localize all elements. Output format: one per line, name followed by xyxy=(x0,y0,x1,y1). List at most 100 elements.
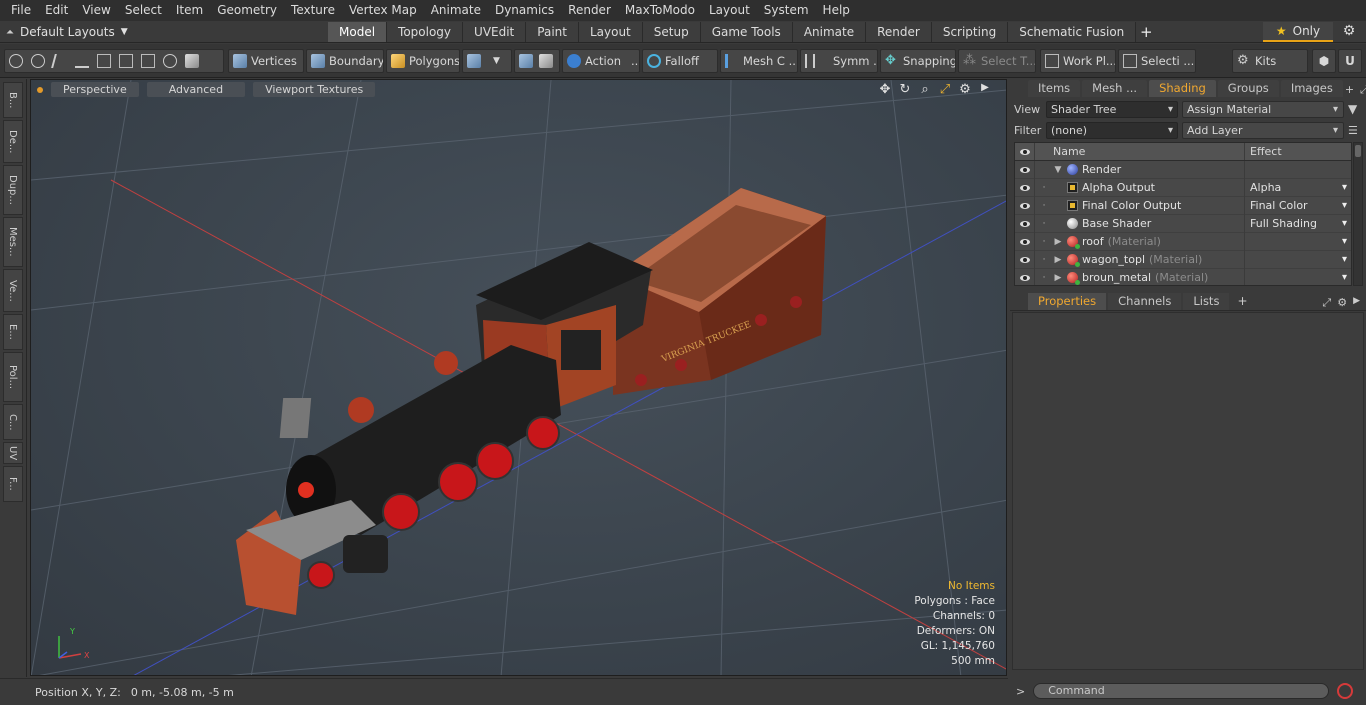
visibility-toggle[interactable] xyxy=(1015,178,1035,197)
effect-column-header[interactable]: Effect xyxy=(1245,143,1351,160)
filter-funnel-icon[interactable]: ▼ xyxy=(1348,102,1357,116)
shield-icon[interactable] xyxy=(519,54,533,68)
shader-tree-row[interactable]: · ▶ broun_metal (Material) xyxy=(1015,268,1351,286)
menu-dynamics[interactable]: Dynamics xyxy=(488,0,561,21)
vertices-button[interactable]: Vertices xyxy=(228,49,304,73)
menu-system[interactable]: System xyxy=(757,0,816,21)
shader-tree-row[interactable]: · ▶ wagon_topl (Material) xyxy=(1015,250,1351,269)
left-strip-tab-7[interactable]: C... xyxy=(3,404,23,440)
left-strip-tab-4[interactable]: Ve... xyxy=(3,269,23,312)
menu-geometry[interactable]: Geometry xyxy=(210,0,284,21)
crosshair-icon[interactable] xyxy=(119,54,133,68)
perspective-button[interactable]: Perspective xyxy=(51,82,139,97)
brush-icon[interactable] xyxy=(75,54,89,68)
mesh-constraints-button[interactable]: Mesh C ... xyxy=(720,49,798,73)
list-options-icon[interactable]: ☰ xyxy=(1348,124,1358,137)
expand-toggle-icon[interactable]: ▼ xyxy=(1053,165,1063,175)
tab-mesh[interactable]: Mesh ... xyxy=(1082,80,1148,97)
tab-render[interactable]: Render xyxy=(866,22,932,42)
command-input[interactable]: Command xyxy=(1033,683,1330,699)
assign-material-button[interactable]: Assign Material xyxy=(1182,100,1344,118)
tab-properties[interactable]: Properties xyxy=(1028,293,1107,310)
row-effect-cell[interactable] xyxy=(1245,233,1351,251)
viewport-textures-button[interactable]: Viewport Textures xyxy=(253,82,376,97)
menu-layout[interactable]: Layout xyxy=(702,0,757,21)
boundary-button[interactable]: Boundary xyxy=(306,49,384,73)
add-layer-button[interactable]: Add Layer xyxy=(1182,121,1344,139)
tab-schematic-fusion[interactable]: Schematic Fusion xyxy=(1008,22,1137,42)
pie-icon[interactable] xyxy=(163,54,177,68)
visibility-toggle[interactable] xyxy=(1015,214,1035,233)
visibility-column-header[interactable] xyxy=(1015,143,1035,160)
center-icon[interactable] xyxy=(141,54,155,68)
menu-maxtomodo[interactable]: MaxToModo xyxy=(618,0,702,21)
menu-edit[interactable]: Edit xyxy=(38,0,75,21)
left-strip-tab-2[interactable]: Dup... xyxy=(3,165,23,215)
left-strip-tab-0[interactable]: B... xyxy=(3,82,23,118)
shader-tree-row[interactable]: · Base Shader Full Shading xyxy=(1015,214,1351,233)
left-strip-tab-9[interactable]: F... xyxy=(3,466,23,502)
left-strip-tab-1[interactable]: De... xyxy=(3,120,23,163)
material-mode-button[interactable]: ▼ xyxy=(462,49,512,73)
viewport-gear-icon[interactable]: ⚙ xyxy=(958,82,972,97)
tab-paint[interactable]: Paint xyxy=(526,22,579,42)
globe-icon[interactable] xyxy=(31,54,45,68)
tab-lists[interactable]: Lists xyxy=(1183,293,1230,310)
rotate-icon[interactable]: ↻ xyxy=(898,82,912,97)
arrow-right-icon[interactable]: ▶ xyxy=(1353,296,1360,310)
panel-gear-icon[interactable]: ⚙ xyxy=(1337,296,1347,310)
selection-sets-button[interactable]: Selecti ... xyxy=(1118,49,1196,73)
shader-tree-row[interactable]: · ▶ roof (Material) xyxy=(1015,232,1351,251)
expand-icon[interactable]: ⤢ xyxy=(1360,83,1366,97)
tab-shading[interactable]: Shading xyxy=(1149,80,1216,97)
tab-layout[interactable]: Layout xyxy=(578,22,643,42)
shader-tree-row[interactable]: ▼ Render xyxy=(1015,160,1351,179)
chevron-right-icon[interactable]: > xyxy=(1016,685,1025,698)
menu-help[interactable]: Help xyxy=(816,0,857,21)
action-center-button[interactable]: Action ... xyxy=(562,49,640,73)
symmetry-button[interactable]: Symm ... xyxy=(800,49,878,73)
visibility-toggle[interactable] xyxy=(1015,250,1035,269)
left-strip-tab-3[interactable]: Mes... xyxy=(3,217,23,267)
tab-channels[interactable]: Channels xyxy=(1108,293,1182,310)
gear-icon[interactable]: ⚙ xyxy=(1340,23,1358,41)
tab-groups[interactable]: Groups xyxy=(1217,80,1279,97)
visibility-toggle[interactable] xyxy=(1015,232,1035,251)
menu-select[interactable]: Select xyxy=(118,0,169,21)
falloff-button[interactable]: Falloff xyxy=(642,49,718,73)
visibility-toggle[interactable] xyxy=(1015,196,1035,215)
left-strip-tab-6[interactable]: Pol... xyxy=(3,352,23,402)
add-tab-icon[interactable]: + xyxy=(1345,83,1354,97)
menu-file[interactable]: File xyxy=(4,0,38,21)
arrow-right-icon[interactable]: ▶ xyxy=(978,82,992,97)
view-dropdown[interactable]: Shader Tree xyxy=(1046,100,1178,118)
select-through-button[interactable]: ⁂ Select T... xyxy=(958,49,1036,73)
menu-render[interactable]: Render xyxy=(561,0,618,21)
row-effect-cell[interactable]: Full Shading xyxy=(1245,215,1351,233)
expand-toggle-icon[interactable]: ▶ xyxy=(1053,237,1063,247)
expand-icon[interactable]: ⤢ xyxy=(1322,296,1331,310)
tab-images[interactable]: Images xyxy=(1280,80,1343,97)
maximize-icon[interactable]: ⤢ xyxy=(938,82,952,97)
row-effect-cell[interactable] xyxy=(1245,251,1351,269)
only-toggle[interactable]: ★ Only xyxy=(1263,22,1333,42)
name-column-header[interactable]: Name xyxy=(1035,143,1245,160)
pan-icon[interactable]: ✥ xyxy=(878,82,892,97)
unreal-button[interactable]: U xyxy=(1338,49,1362,73)
menu-texture[interactable]: Texture xyxy=(284,0,342,21)
tab-uvedit[interactable]: UVEdit xyxy=(463,22,527,42)
polygons-button[interactable]: Polygons xyxy=(386,49,460,73)
layout-selector[interactable]: ⏶ Default Layouts ▼ xyxy=(6,23,128,41)
tab-items[interactable]: Items xyxy=(1028,80,1081,97)
snapping-button[interactable]: ✥ Snapping xyxy=(880,49,956,73)
kits-button[interactable]: ⚙ Kits xyxy=(1232,49,1308,73)
left-strip-tab-5[interactable]: E... xyxy=(3,314,23,350)
row-effect-cell[interactable] xyxy=(1245,269,1351,286)
unity-button[interactable]: ⬢ xyxy=(1312,49,1336,73)
record-macro-icon[interactable] xyxy=(1337,683,1354,699)
expand-toggle-icon[interactable]: ▶ xyxy=(1053,255,1063,265)
shader-tree-row[interactable]: · Final Color Output Final Color xyxy=(1015,196,1351,215)
tab-scripting[interactable]: Scripting xyxy=(931,22,1009,42)
row-effect-cell[interactable]: Alpha xyxy=(1245,179,1351,197)
advanced-button[interactable]: Advanced xyxy=(146,82,246,97)
